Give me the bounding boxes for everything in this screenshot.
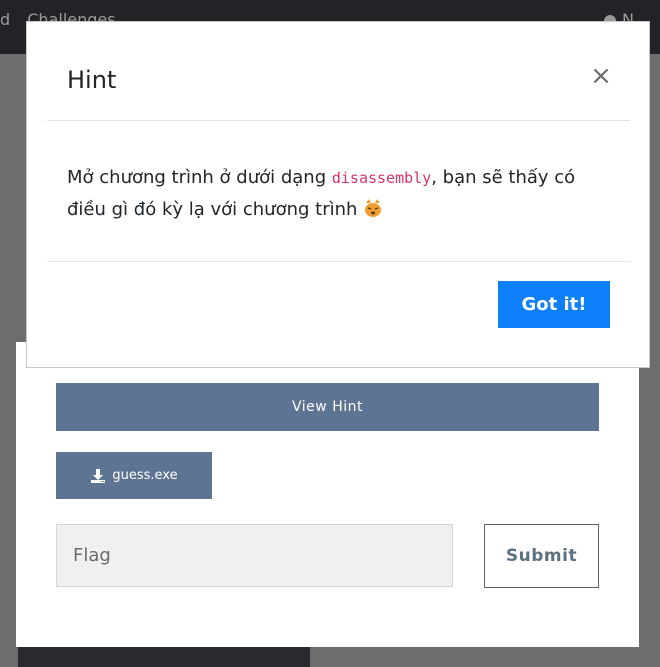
hint-text-part1: Mở chương trình ở dưới dạng <box>67 167 332 188</box>
challenge-panel: View Hint guess.exe Submit <box>16 342 639 647</box>
submit-button[interactable]: Submit <box>484 524 599 588</box>
modal-title: Hint <box>67 66 117 94</box>
nav-item-partial[interactable]: d <box>0 10 10 29</box>
modal-footer-divider <box>47 261 630 262</box>
background-strip <box>18 647 310 667</box>
flag-input[interactable] <box>56 524 453 587</box>
hint-modal: Hint × Mở chương trình ở dưới dạng disas… <box>26 21 650 368</box>
cat-emoji-icon <box>365 199 382 217</box>
hint-code: disassembly <box>331 169 432 187</box>
download-file-label: guess.exe <box>112 468 178 483</box>
download-file-button[interactable]: guess.exe <box>56 452 212 499</box>
modal-header-divider <box>47 120 630 121</box>
view-hint-button[interactable]: View Hint <box>56 383 599 431</box>
modal-body: Mở chương trình ở dưới dạng disassembly,… <box>67 162 607 225</box>
download-icon <box>91 468 106 483</box>
got-it-button[interactable]: Got it! <box>498 281 610 328</box>
close-icon[interactable]: × <box>589 63 613 89</box>
